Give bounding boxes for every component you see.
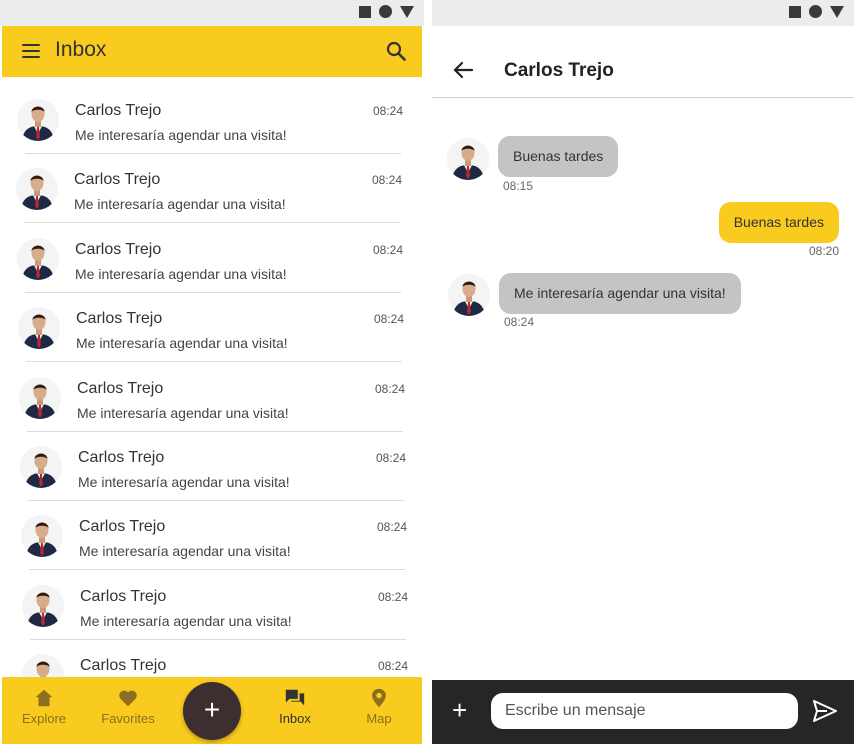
contact-name: Carlos Trejo: [80, 657, 167, 675]
avatar: [19, 376, 61, 419]
nav-map[interactable]: Map: [339, 687, 419, 726]
square-icon: [789, 5, 801, 18]
message-preview: Me interesaría agendar una visita!: [78, 474, 290, 490]
avatar: [447, 138, 489, 180]
message-preview: Me interesaría agendar una visita!: [74, 196, 286, 213]
chat-screen: Carlos Trejo Buenas tardes 08:15 Buenas …: [432, 0, 854, 744]
attach-button[interactable]: +: [452, 692, 467, 728]
circle-icon: [809, 5, 822, 18]
conversation-time: 08:24: [372, 242, 403, 257]
conversation-time: 08:24: [377, 589, 408, 604]
avatar: [448, 274, 490, 316]
message-bubble: Buenas tardes: [498, 136, 619, 177]
conversation-item[interactable]: Carlos Trejo 08:24 Me interesaría agendar …: [20, 432, 410, 501]
conversation-time: 08:24: [377, 659, 408, 674]
conversation-time: 08:24: [371, 173, 402, 188]
conversation-item[interactable]: Carlos Trejo 08:24 Me interesaría agendar …: [22, 571, 412, 640]
home-icon: [35, 689, 53, 707]
chat-icon: [285, 689, 305, 706]
avatar: [22, 584, 64, 627]
message-preview: Me interesaría agendar una visita!: [79, 543, 291, 560]
conversation-item[interactable]: Carlos Trejo 08:24 Me interesaría agendar …: [16, 154, 406, 224]
message-time: 08:20: [808, 244, 839, 258]
nav-inbox-label: Inbox: [279, 711, 311, 726]
contact-name: Carlos Trejo: [80, 587, 167, 605]
message-input[interactable]: [491, 693, 798, 729]
contact-name: Carlos Trejo: [75, 102, 162, 119]
conversation-item[interactable]: Carlos Trejo08:24Me interesaría agendar …: [22, 640, 412, 677]
add-button[interactable]: +: [183, 682, 241, 740]
avatar: [18, 307, 60, 350]
message-bubble: Me interesaría agendar una visita!: [499, 273, 741, 314]
nav-favorites-label: Favorites: [101, 711, 155, 726]
message-thread: Buenas tardes 08:15 Buenas tardes 08:20 …: [432, 98, 854, 680]
message-time: 08:15: [503, 179, 534, 193]
location-pin-icon: [372, 688, 386, 708]
circle-icon: [379, 5, 392, 18]
message-preview: Me interesaría agendar una visita!: [80, 612, 292, 629]
menu-icon[interactable]: [22, 44, 40, 58]
message-preview: Me interesaría agendar una visita!: [76, 335, 288, 352]
avatar: [17, 237, 59, 280]
contact-name: Carlos Trejo: [74, 171, 161, 189]
page-title: Inbox: [55, 38, 107, 61]
nav-explore[interactable]: Explore: [4, 687, 84, 726]
message-preview: Me interesaría agendar una visita!: [75, 127, 287, 143]
contact-name: Carlos Trejo: [77, 379, 164, 397]
conversation-item[interactable]: Carlos Trejo 08:24 Me interesaría agendar …: [21, 501, 411, 571]
conversation-time: 08:24: [374, 381, 405, 396]
nav-favorites[interactable]: Favorites: [88, 687, 168, 726]
status-icons: [359, 5, 414, 18]
message-preview: Me interesaría agendar una visita!: [75, 265, 287, 282]
conversation-time: 08:24: [375, 451, 406, 465]
message-time: 08:24: [504, 315, 535, 329]
conversation-item[interactable]: Carlos Trejo 08:24 Me interesaría agendar …: [17, 224, 407, 293]
message-preview: Me interesaría agendar una visita!: [77, 404, 289, 421]
inbox-screen: Inbox Carlos Trejo 08:24 Me interesaría ag…: [0, 0, 424, 744]
heart-icon: [119, 690, 137, 707]
nav-explore-label: Explore: [21, 711, 67, 726]
back-arrow-icon[interactable]: [452, 60, 474, 80]
avatar: [20, 446, 62, 488]
conversation-time: 08:24: [376, 520, 407, 535]
send-icon[interactable]: [813, 700, 837, 722]
nav-inbox[interactable]: Inbox: [255, 687, 335, 726]
conversation-time: 08:24: [373, 312, 404, 327]
message-bubble: Buenas tardes: [718, 202, 839, 243]
contact-name: Carlos Trejo: [75, 240, 162, 258]
search-icon[interactable]: [386, 41, 406, 61]
conversation-item[interactable]: Carlos Trejo 08:24 Me interesaría agendar …: [17, 85, 407, 154]
nav-map-label: Map: [366, 711, 392, 726]
chat-header: Carlos Trejo: [432, 26, 854, 98]
contact-name: Carlos Trejo: [79, 518, 166, 536]
conversation-time: 08:24: [372, 104, 403, 118]
avatar: [16, 168, 58, 211]
contact-name: Carlos Trejo: [76, 310, 163, 328]
square-icon: [359, 5, 371, 18]
inbox-app-bar: Inbox: [2, 26, 422, 77]
conversation-item[interactable]: Carlos Trejo 08:24 Me interesaría agendar …: [19, 363, 409, 432]
triangle-icon: [400, 5, 414, 18]
triangle-icon: [830, 5, 844, 18]
message-composer: +: [432, 680, 854, 744]
conversation-item[interactable]: Carlos Trejo 08:24 Me interesaría agendar …: [18, 293, 408, 363]
conversation-list: Carlos Trejo 08:24 Me interesaría agendar …: [2, 77, 422, 677]
avatar: [22, 654, 64, 677]
screen-gap: [424, 0, 432, 744]
status-bar: [432, 0, 854, 26]
status-icons: [789, 5, 844, 18]
contact-name: Carlos Trejo: [78, 449, 165, 466]
chat-title: Carlos Trejo: [504, 60, 614, 81]
avatar: [17, 99, 59, 141]
status-bar: [0, 0, 424, 26]
bottom-navigation: Explore Favorites + Inbox Map: [2, 677, 422, 744]
avatar: [21, 515, 63, 558]
